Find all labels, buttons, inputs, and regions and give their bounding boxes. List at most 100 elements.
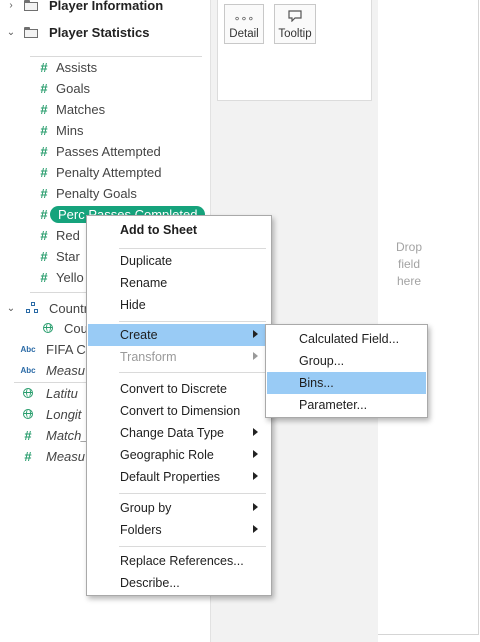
drop-hint-line: here <box>396 274 422 288</box>
menu-item-label: Rename <box>120 276 168 290</box>
menu-item-label: Duplicate <box>120 254 173 268</box>
field-red[interactable]: # Red <box>32 225 79 246</box>
submenu-item-parameter[interactable]: Parameter... <box>267 394 426 416</box>
field-label: Penalty Attempted <box>56 165 162 180</box>
menu-item-group-by[interactable]: Group by <box>88 497 270 519</box>
menu-item-change-data-type[interactable]: Change Data Type <box>88 422 270 444</box>
menu-item-label: Create <box>120 328 158 342</box>
submenu-arrow-icon <box>253 503 258 511</box>
hierarchy-icon <box>26 302 40 314</box>
menu-separator <box>119 372 266 373</box>
field-label: Match_ <box>46 428 89 443</box>
field-assists[interactable]: # Assists <box>32 57 97 78</box>
field-measure-names[interactable]: Abc Measu <box>16 360 85 381</box>
measure-number-icon: # <box>40 144 48 159</box>
field-penalty-goals[interactable]: # Penalty Goals <box>32 183 137 204</box>
measure-number-icon: # <box>40 81 48 96</box>
field-label: Star <box>56 249 80 264</box>
field-label: Measu <box>46 449 86 464</box>
field-yellow[interactable]: # Yello <box>32 267 84 288</box>
menu-item-label: Group... <box>299 354 345 368</box>
view-canvas[interactable]: Drop field here <box>378 0 479 635</box>
chevron-down-icon[interactable]: ⌄ <box>4 27 18 38</box>
tooltip-label: Tooltip <box>278 28 312 40</box>
field-star[interactable]: # Star <box>32 246 80 267</box>
chevron-down-icon[interactable]: ⌄ <box>4 303 18 314</box>
menu-item-rename[interactable]: Rename <box>88 272 270 294</box>
menu-item-convert-dimension[interactable]: Convert to Dimension <box>88 400 270 422</box>
menu-item-label: Convert to Dimension <box>120 404 241 418</box>
menu-item-add-to-sheet[interactable]: Add to Sheet <box>88 219 270 241</box>
field-country[interactable]: Cou <box>36 318 88 339</box>
globe-icon <box>16 387 40 401</box>
measure-number-icon: # <box>40 123 48 138</box>
menu-item-default-properties[interactable]: Default Properties <box>88 466 270 488</box>
menu-item-label: Folders <box>120 523 162 537</box>
submenu-item-calculated-field[interactable]: Calculated Field... <box>267 328 426 350</box>
folder-player-statistics[interactable]: ⌄ Player Statistics <box>0 21 150 43</box>
tooltip-button[interactable]: Tooltip <box>274 4 316 44</box>
measure-number-icon: # <box>40 165 48 180</box>
field-measure-values[interactable]: # Measu <box>16 446 85 467</box>
submenu-item-group[interactable]: Group... <box>267 350 426 372</box>
field-label: Penalty Goals <box>56 186 137 201</box>
field-passes-attempted[interactable]: # Passes Attempted <box>32 141 160 162</box>
menu-item-label: Bins... <box>299 376 334 390</box>
drop-field-hint[interactable]: Drop field here <box>386 239 432 290</box>
measure-number-icon: # <box>40 102 48 117</box>
menu-item-describe[interactable]: Describe... <box>88 572 270 594</box>
menu-item-transform: Transform <box>88 346 270 368</box>
menu-separator <box>119 546 266 547</box>
field-label: Yello <box>56 270 84 285</box>
menu-item-label: Geographic Role <box>120 448 214 462</box>
folder-label: Player Statistics <box>49 24 150 40</box>
menu-item-label: Default Properties <box>120 470 221 484</box>
menu-item-convert-discrete[interactable]: Convert to Discrete <box>88 378 270 400</box>
view-area: Drop field here <box>378 0 480 642</box>
menu-item-folders[interactable]: Folders <box>88 519 270 541</box>
field-label: Latitu <box>46 386 78 401</box>
menu-item-hide[interactable]: Hide <box>88 294 270 316</box>
field-label: Goals <box>56 81 90 96</box>
submenu-arrow-icon <box>253 428 258 436</box>
menu-item-create[interactable]: Create <box>88 324 270 346</box>
menu-item-duplicate[interactable]: Duplicate <box>88 250 270 272</box>
string-abc-icon: Abc <box>20 366 36 375</box>
field-longitude[interactable]: Longit <box>16 404 81 425</box>
field-mins[interactable]: # Mins <box>32 120 83 141</box>
field-label: Mins <box>56 123 84 138</box>
field-goals[interactable]: # Goals <box>32 78 90 99</box>
field-label: Measu <box>46 363 86 378</box>
detail-label: Detail <box>229 28 259 40</box>
folder-label: Player Information <box>49 0 164 13</box>
submenu-arrow-icon <box>253 330 258 338</box>
string-abc-icon: Abc <box>20 345 36 354</box>
field-penalty-attempted[interactable]: # Penalty Attempted <box>32 162 162 183</box>
measure-number-icon: # <box>40 270 48 285</box>
chevron-right-icon[interactable]: › <box>4 0 18 11</box>
field-label: Longit <box>46 407 82 422</box>
menu-item-replace-references[interactable]: Replace References... <box>88 550 270 572</box>
menu-separator <box>119 493 266 494</box>
menu-item-label: Parameter... <box>299 398 368 412</box>
hierarchy-label: Countr <box>49 300 89 316</box>
field-fifa-code[interactable]: Abc FIFA Co <box>16 339 93 360</box>
field-context-menu: Add to Sheet Duplicate Rename Hide Creat… <box>86 215 272 596</box>
field-latitude[interactable]: Latitu <box>16 383 78 404</box>
field-matches[interactable]: # Matches <box>32 99 105 120</box>
menu-item-geographic-role[interactable]: Geographic Role <box>88 444 270 466</box>
detail-button[interactable]: ∘∘∘ Detail <box>224 4 264 44</box>
menu-item-label: Add to Sheet <box>120 223 198 237</box>
measure-number-icon: # <box>40 186 48 201</box>
hierarchy-country[interactable]: ⌄ Countr <box>0 297 88 319</box>
menu-item-label: Group by <box>120 501 172 515</box>
menu-item-label: Convert to Discrete <box>120 382 227 396</box>
field-match-number[interactable]: # Match_ <box>16 425 89 446</box>
globe-icon <box>36 322 60 336</box>
folder-player-information[interactable]: › Player Information <box>0 0 163 16</box>
submenu-arrow-icon <box>253 352 258 360</box>
folder-open-icon <box>24 26 39 38</box>
submenu-arrow-icon <box>253 472 258 480</box>
field-label: Assists <box>56 60 98 75</box>
submenu-item-bins[interactable]: Bins... <box>267 372 426 394</box>
